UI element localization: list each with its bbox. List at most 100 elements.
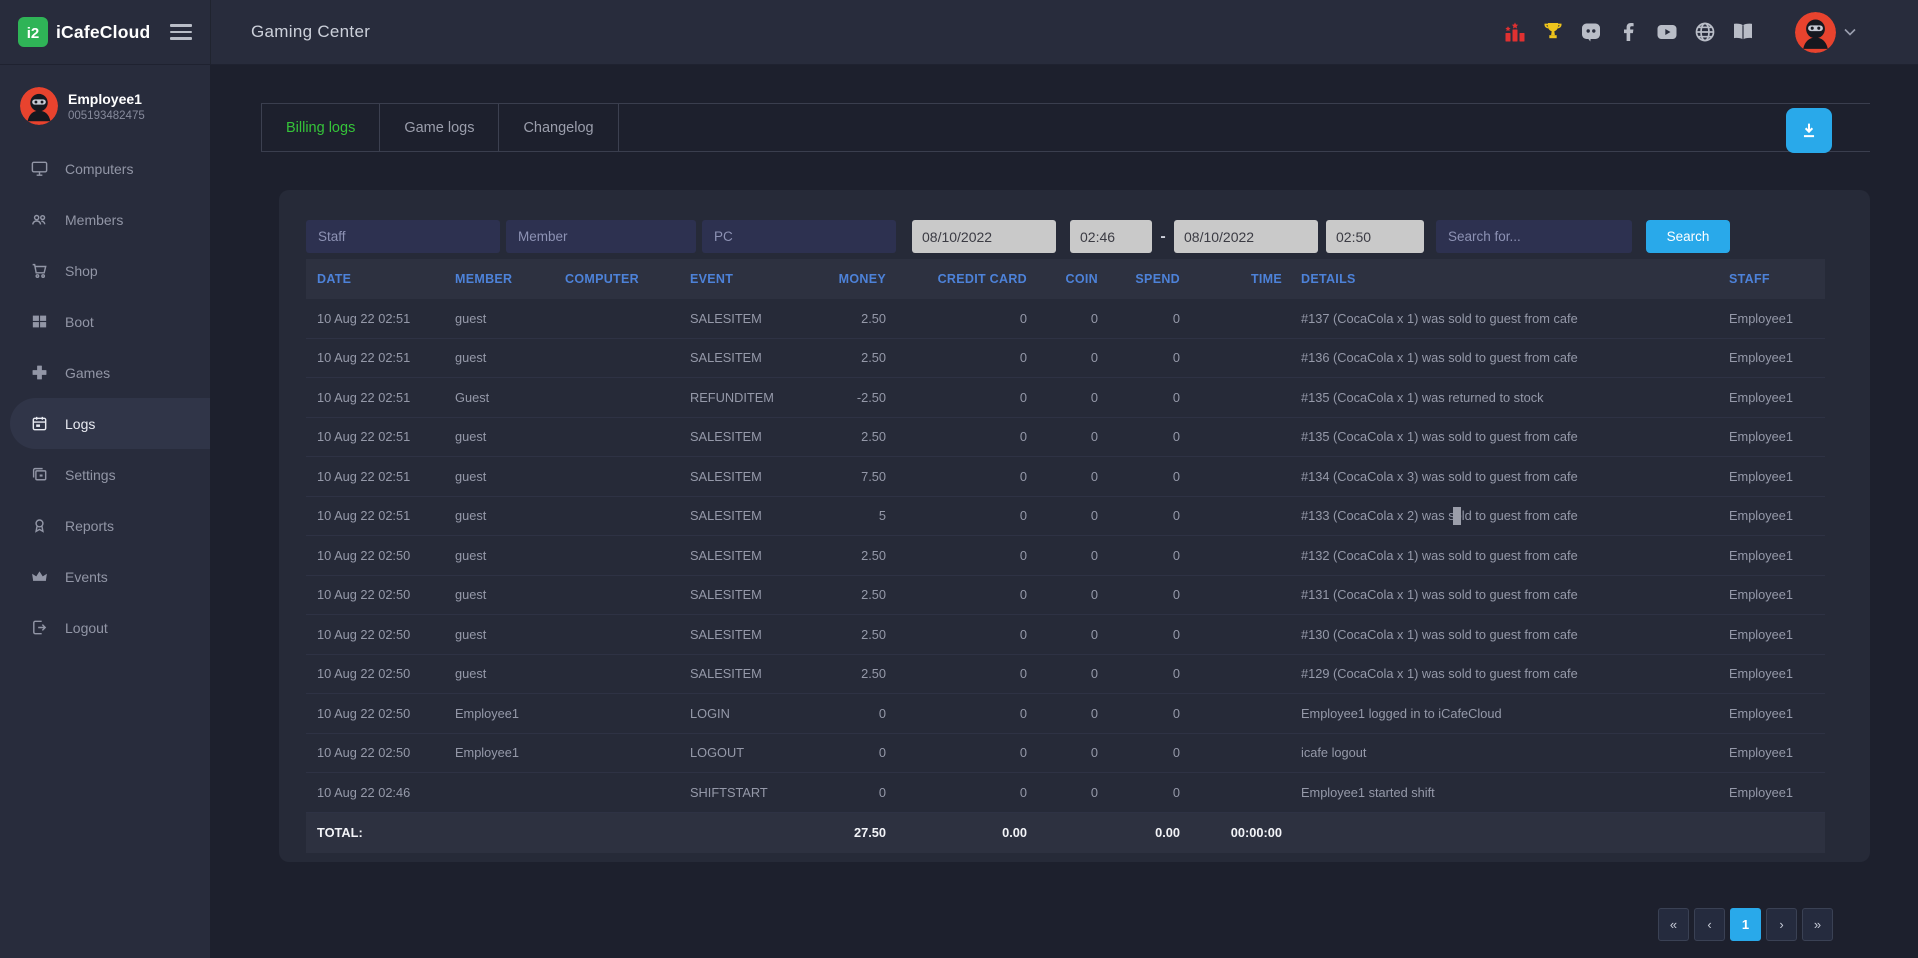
- table-row: 10 Aug 22 02:51guestSALESITEM5000#133 (C…: [306, 497, 1825, 537]
- cell-staff: Employee1: [1727, 785, 1825, 800]
- cell-spend: 0: [1098, 429, 1180, 444]
- youtube-icon[interactable]: [1654, 20, 1679, 45]
- cell-staff: Employee1: [1727, 390, 1825, 405]
- time-to-input[interactable]: [1326, 220, 1424, 253]
- first-page-button[interactable]: «: [1658, 908, 1689, 941]
- trophy-icon[interactable]: [1540, 20, 1565, 45]
- cell-date: 10 Aug 22 02:50: [306, 548, 455, 563]
- chevron-down-icon: [1844, 23, 1856, 41]
- cell-credit_card: 0: [886, 429, 1027, 444]
- table-row: 10 Aug 22 02:50guestSALESITEM2.50000#129…: [306, 655, 1825, 695]
- leaderboard-icon[interactable]: [1502, 20, 1527, 45]
- sidebar-item-computers[interactable]: Computers: [0, 143, 210, 194]
- cell-money: 2.50: [810, 350, 886, 365]
- cell-money: 2.50: [810, 587, 886, 602]
- cell-date: 10 Aug 22 02:46: [306, 785, 455, 800]
- logs-icon: [30, 414, 49, 433]
- cell-credit_card: 0: [886, 311, 1027, 326]
- sidebar-item-logs[interactable]: Logs: [10, 398, 210, 449]
- facebook-icon[interactable]: [1616, 20, 1641, 45]
- pc-filter-input[interactable]: [702, 220, 896, 253]
- table-row: 10 Aug 22 02:51guestSALESITEM2.50000#135…: [306, 418, 1825, 458]
- sidebar-item-events[interactable]: Events: [0, 551, 210, 602]
- cell-spend: 0: [1098, 548, 1180, 563]
- cell-spend: 0: [1098, 390, 1180, 405]
- cell-money: -2.50: [810, 390, 886, 405]
- column-header-spend: SPEND: [1098, 272, 1180, 286]
- tab-game-logs[interactable]: Game logs: [380, 104, 499, 151]
- sidebar-item-shop[interactable]: Shop: [0, 245, 210, 296]
- date-from-input[interactable]: [912, 220, 1056, 253]
- table-row: 10 Aug 22 02:46SHIFTSTART0000Employee1 s…: [306, 773, 1825, 813]
- sidebar-item-games[interactable]: Games: [0, 347, 210, 398]
- filter-bar: - Search: [306, 220, 1825, 253]
- cell-credit_card: 0: [886, 587, 1027, 602]
- table-row: 10 Aug 22 02:50guestSALESITEM2.50000#131…: [306, 576, 1825, 616]
- member-filter-input[interactable]: [506, 220, 696, 253]
- cell-event: SALESITEM: [690, 627, 810, 642]
- hamburger-menu-icon[interactable]: [170, 20, 192, 44]
- logo[interactable]: i2 iCafeCloud: [0, 0, 211, 64]
- cell-details: Employee1 logged in to iCafeCloud: [1282, 706, 1727, 721]
- search-button[interactable]: Search: [1646, 220, 1730, 253]
- logo-text: iCafeCloud: [56, 22, 150, 43]
- user-menu[interactable]: [1795, 12, 1856, 53]
- cell-date: 10 Aug 22 02:51: [306, 469, 455, 484]
- cell-credit_card: 0: [886, 785, 1027, 800]
- date-to-input[interactable]: [1174, 220, 1318, 253]
- cell-event: REFUNDITEM: [690, 390, 810, 405]
- discord-icon[interactable]: [1578, 20, 1603, 45]
- search-input[interactable]: [1436, 220, 1632, 253]
- tab-bar: Billing logsGame logsChangelog: [261, 103, 1870, 152]
- cell-staff: Employee1: [1727, 587, 1825, 602]
- sidebar-item-label: Games: [65, 365, 110, 381]
- column-header-computer: COMPUTER: [565, 272, 690, 286]
- sidebar-item-label: Settings: [65, 467, 116, 483]
- sidebar-item-members[interactable]: Members: [0, 194, 210, 245]
- prev-page-button[interactable]: ‹: [1694, 908, 1725, 941]
- download-button[interactable]: [1786, 108, 1832, 153]
- column-header-date: DATE: [306, 272, 455, 286]
- globe-icon[interactable]: [1692, 20, 1717, 45]
- cell-details: Employee1 started shift: [1282, 785, 1727, 800]
- billing-logs-table: DATEMEMBERCOMPUTEREVENTMONEYCREDIT CARDC…: [306, 259, 1825, 853]
- table-header: DATEMEMBERCOMPUTEREVENTMONEYCREDIT CARDC…: [306, 259, 1825, 299]
- cell-details: icafe logout: [1282, 745, 1727, 760]
- page-1-button[interactable]: 1: [1730, 908, 1761, 941]
- date-range-separator: -: [1152, 228, 1174, 246]
- shop-icon: [30, 261, 49, 280]
- staff-filter-input[interactable]: [306, 220, 500, 253]
- cell-details: #133 (CocaCola x 2) was sold to guest fr…: [1282, 508, 1727, 523]
- cell-staff: Employee1: [1727, 627, 1825, 642]
- sidebar: Employee1 005193482475 ComputersMembersS…: [0, 65, 210, 958]
- cell-event: SALESITEM: [690, 587, 810, 602]
- time-from-input[interactable]: [1070, 220, 1152, 253]
- tab-changelog[interactable]: Changelog: [499, 104, 618, 151]
- cell-staff: Employee1: [1727, 311, 1825, 326]
- last-page-button[interactable]: »: [1802, 908, 1833, 941]
- sidebar-item-logout[interactable]: Logout: [0, 602, 210, 653]
- sidebar-item-label: Reports: [65, 518, 114, 534]
- cell-event: SHIFTSTART: [690, 785, 810, 800]
- cell-event: SALESITEM: [690, 508, 810, 523]
- cell-date: 10 Aug 22 02:51: [306, 390, 455, 405]
- avatar: [1795, 12, 1836, 53]
- total-money: 27.50: [810, 825, 886, 840]
- sidebar-item-label: Members: [65, 212, 123, 228]
- sidebar-item-reports[interactable]: Reports: [0, 500, 210, 551]
- sidebar-item-label: Logout: [65, 620, 108, 636]
- tab-billing-logs[interactable]: Billing logs: [261, 104, 380, 151]
- sidebar-item-settings[interactable]: Settings: [0, 449, 210, 500]
- table-row: 10 Aug 22 02:50Employee1LOGOUT0000icafe …: [306, 734, 1825, 774]
- cell-date: 10 Aug 22 02:51: [306, 311, 455, 326]
- table-total-row: TOTAL: 27.50 0.00 0.00 00:00:00: [306, 813, 1825, 853]
- handbook-icon[interactable]: [1730, 20, 1755, 45]
- sidebar-item-boot[interactable]: Boot: [0, 296, 210, 347]
- cell-member: guest: [455, 627, 565, 642]
- table-row: 10 Aug 22 02:50guestSALESITEM2.50000#132…: [306, 536, 1825, 576]
- cell-coin: 0: [1027, 785, 1098, 800]
- cell-date: 10 Aug 22 02:50: [306, 666, 455, 681]
- boot-icon: [30, 312, 49, 331]
- next-page-button[interactable]: ›: [1766, 908, 1797, 941]
- cell-staff: Employee1: [1727, 429, 1825, 444]
